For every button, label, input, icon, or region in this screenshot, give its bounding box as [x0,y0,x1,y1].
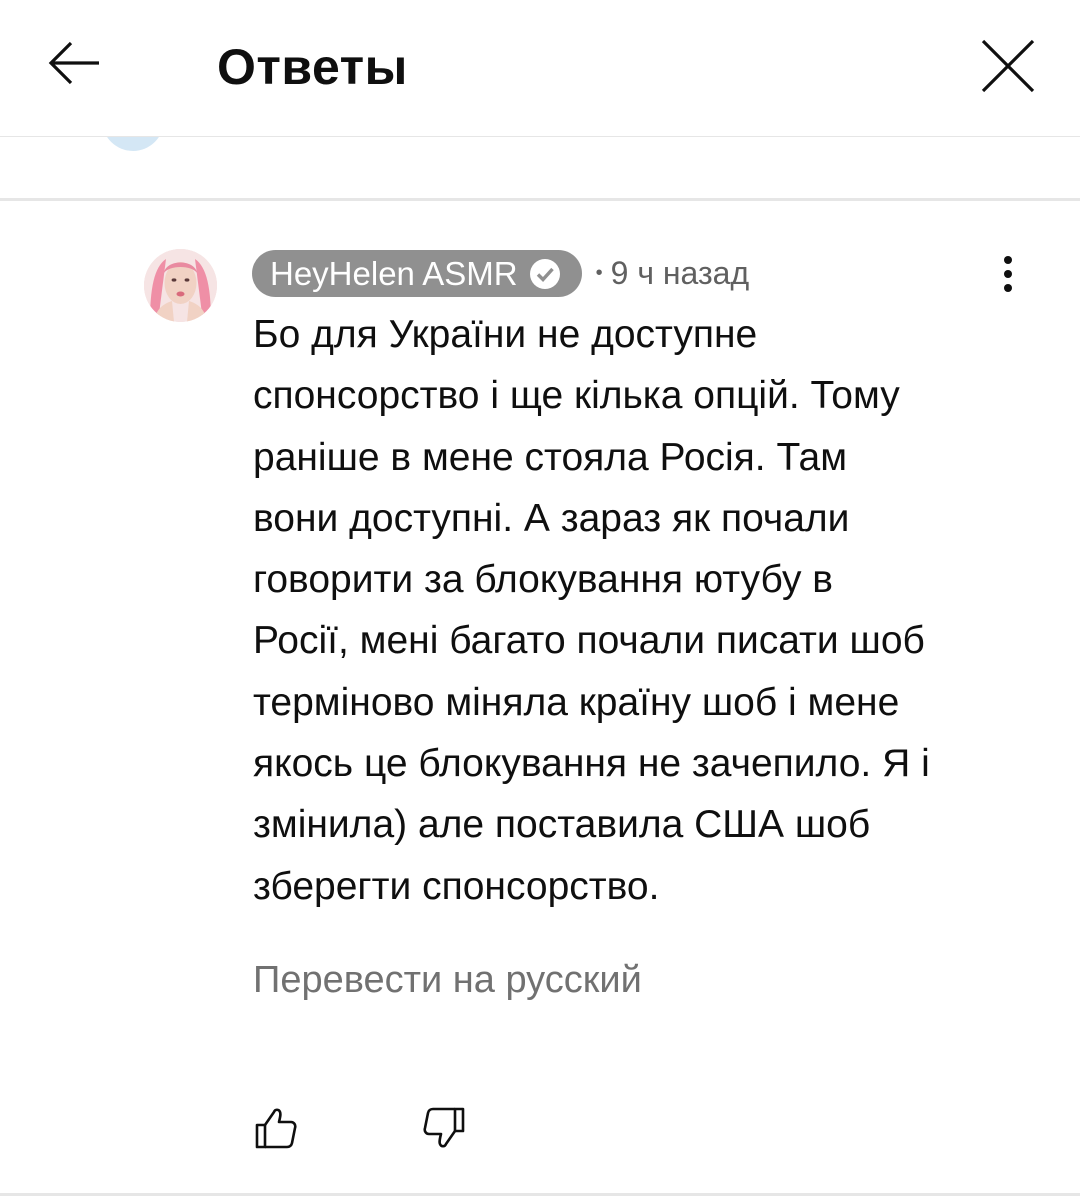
thumb-up-icon [255,1108,297,1149]
translate-link[interactable]: Перевести на русский [253,952,642,1008]
author-name: HeyHelen ASMR [270,255,518,292]
comment-line: терміново міняла країну шоб і мене [253,680,900,724]
section-divider [0,198,1080,201]
like-button[interactable] [248,1100,304,1156]
more-vertical-icon [1004,256,1012,264]
thumb-down-icon [423,1107,465,1148]
replies-panel: Ответы HeyHelen ASMR • 9 ч назад Бо для … [0,0,1080,1196]
comment-text: Бо для України не доступне спонсорство і… [253,304,1033,917]
page-title: Ответы [217,39,408,95]
comment-time: 9 ч назад [610,255,750,291]
author-badge[interactable]: HeyHelen ASMR [252,250,582,297]
verified-check-icon [528,257,562,291]
header: Ответы [0,0,1080,136]
more-options-button[interactable] [984,250,1032,298]
comment-meta: HeyHelen ASMR • 9 ч назад [252,250,749,297]
arrow-left-icon [48,41,99,85]
comment-line: Росії, мені багато почали писати шоб [253,619,925,663]
comment-line: говорити за блокування ютубу в [253,558,834,602]
comment-line: змінила) але поставила США шоб [253,803,871,847]
parent-avatar [102,137,164,151]
dislike-button[interactable] [416,1100,472,1156]
close-icon [981,39,1035,93]
comment-line: спонсорство і ще кілька опцій. Тому [253,374,900,418]
comment-line: вони доступні. А зараз як почали [253,496,850,540]
comment-line: Бо для України не доступне [253,313,758,356]
comment-line: якось це блокування не зачепило. Я і [253,742,930,786]
comment-line: зберегти спонсорство. [253,864,660,908]
avatar[interactable] [144,249,217,322]
back-button[interactable] [40,30,106,96]
meta-separator: • [595,262,603,284]
parent-comment-edge [0,137,1080,199]
comment-line: раніше в мене стояла Росія. Там [253,435,848,479]
close-button[interactable] [972,30,1044,102]
